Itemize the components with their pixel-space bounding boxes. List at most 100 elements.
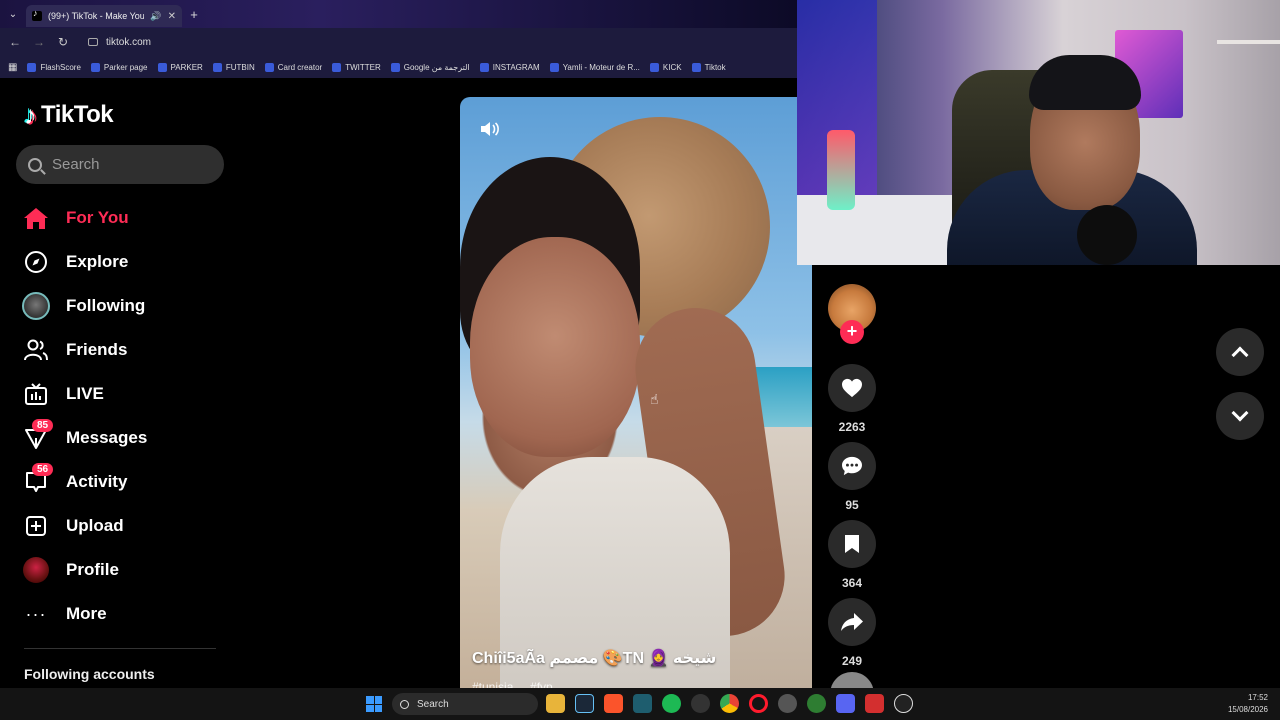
- sidebar-item-profile[interactable]: Profile: [22, 548, 222, 592]
- sidebar-item-more[interactable]: ··· More: [22, 592, 222, 636]
- video-hashtags[interactable]: #tunisia ... #fyp: [472, 680, 553, 688]
- mouse-cursor-icon: ☝: [650, 391, 659, 407]
- tiktok-note-icon: ♪: [24, 100, 37, 130]
- like-action[interactable]: 2263: [828, 364, 876, 434]
- bookmark-item[interactable]: Google الترجمة من: [390, 62, 470, 72]
- bookmark-label: FlashScore: [40, 62, 81, 72]
- sidebar-item-for-you[interactable]: For You: [22, 196, 222, 240]
- settings-icon[interactable]: [778, 694, 797, 713]
- bookmark-favicon-icon: [264, 62, 274, 72]
- video-face: [470, 237, 640, 457]
- video-caption[interactable]: Chiîi5aÃa مصمم 🎨TN 🧕 شيخه: [472, 648, 716, 668]
- speaker-icon[interactable]: 🔊: [150, 11, 161, 22]
- sidebar-item-live[interactable]: LIVE: [22, 372, 222, 416]
- bookmark-item[interactable]: TWITTER: [332, 62, 381, 72]
- clock-time: 17:52: [1247, 693, 1268, 702]
- chevron-up-icon: [1231, 346, 1249, 364]
- app-red-icon[interactable]: [865, 694, 884, 713]
- save-count: 364: [841, 576, 863, 590]
- bookmark-favicon-icon: [27, 62, 37, 72]
- creator-avatar[interactable]: +: [828, 284, 876, 344]
- forward-icon[interactable]: →: [32, 35, 46, 49]
- sidebar-item-upload[interactable]: Upload: [22, 504, 222, 548]
- file-explorer-icon[interactable]: [546, 694, 565, 713]
- share-action[interactable]: 249: [828, 598, 876, 668]
- reload-icon[interactable]: ↻: [56, 35, 70, 49]
- profile-avatar: [22, 556, 50, 584]
- sidebar-item-explore[interactable]: Explore: [22, 240, 222, 284]
- bookmark-item[interactable]: KICK: [649, 62, 682, 72]
- sidebar-item-label: For You: [66, 208, 129, 227]
- browser-tab-tiktok[interactable]: (99+) TikTok - Make Your D... 🔊 ✕: [26, 5, 182, 27]
- more-icon: ···: [25, 603, 47, 624]
- app-icon[interactable]: [807, 694, 826, 713]
- bookmark-item[interactable]: Card creator: [264, 62, 323, 72]
- next-video-button[interactable]: [1216, 392, 1264, 440]
- bookmark-favicon-icon: [212, 62, 222, 72]
- tiktok-logo[interactable]: ♪ TikTok: [24, 100, 114, 130]
- search-input[interactable]: [52, 156, 202, 173]
- bookmark-favicon-icon: [332, 62, 342, 72]
- taskbar-apps: [546, 694, 913, 713]
- clock-date: 15/08/2026: [1227, 705, 1268, 714]
- app-dark-icon[interactable]: [894, 694, 913, 713]
- chrome-icon[interactable]: [720, 694, 739, 713]
- sidebar-divider: [24, 648, 216, 649]
- sidebar-item-messages[interactable]: 85 Messages: [22, 416, 222, 460]
- upload-icon: [22, 512, 50, 540]
- bookmarks-bar: ▦ FlashScore Parker page PARKER FUTBIN Card …: [0, 56, 800, 78]
- bookmark-item[interactable]: FlashScore: [27, 62, 81, 72]
- bookmark-item[interactable]: PARKER: [157, 62, 203, 72]
- tab-search-chevron-icon[interactable]: ⌄: [0, 0, 26, 28]
- discord-icon[interactable]: [836, 694, 855, 713]
- windows-start-icon[interactable]: [366, 696, 382, 712]
- bookmark-favicon-icon: [90, 62, 100, 72]
- taskbar-search[interactable]: Search: [392, 693, 538, 715]
- site-info-icon[interactable]: [88, 38, 98, 46]
- activity-badge: 56: [32, 463, 54, 476]
- comment-action[interactable]: 95: [828, 442, 876, 512]
- bookmark-item[interactable]: FUTBIN: [212, 62, 255, 72]
- heart-icon[interactable]: [828, 364, 876, 412]
- webcam-rgb-light: [827, 130, 855, 210]
- brave-icon[interactable]: [604, 694, 623, 713]
- following-accounts-heading: Following accounts: [24, 666, 155, 682]
- volume-icon[interactable]: [480, 121, 500, 137]
- save-action[interactable]: 364: [828, 520, 876, 590]
- compass-icon: [22, 248, 50, 276]
- speedometer-icon[interactable]: [691, 694, 710, 713]
- back-icon[interactable]: ←: [8, 35, 22, 49]
- bookmark-label: PARKER: [170, 62, 203, 72]
- taskbar-search-label: Search: [417, 698, 449, 710]
- sidebar-item-label: Friends: [66, 340, 128, 359]
- sidebar-item-following[interactable]: Following: [22, 284, 222, 328]
- bookmark-label: FUTBIN: [225, 62, 255, 72]
- share-icon[interactable]: [828, 598, 876, 646]
- sidebar-item-label: LIVE: [66, 384, 104, 403]
- tiktok-favicon-icon: [32, 8, 42, 21]
- bookmark-item[interactable]: Yamli - Moteur de R...: [549, 62, 640, 72]
- media-player-icon[interactable]: [633, 694, 652, 713]
- comment-icon[interactable]: [828, 442, 876, 490]
- steam-icon[interactable]: [575, 694, 594, 713]
- sidebar-item-activity[interactable]: 56 Activity: [22, 460, 222, 504]
- follow-plus-button[interactable]: +: [840, 320, 864, 344]
- apps-grid-icon[interactable]: ▦: [8, 62, 17, 73]
- bookmark-item[interactable]: Parker page: [90, 62, 148, 72]
- previous-video-button[interactable]: [1216, 328, 1264, 376]
- system-clock[interactable]: 17:52 15/08/2026: [1228, 692, 1268, 716]
- sidebar-item-friends[interactable]: Friends: [22, 328, 222, 372]
- video-player[interactable]: ☝ Chiîi5aÃa مصمم 🎨TN 🧕 شيخه #tunisia ...…: [460, 97, 812, 688]
- search-box[interactable]: [16, 145, 224, 184]
- address-bar[interactable]: tiktok.com: [88, 37, 151, 48]
- new-tab-button[interactable]: +: [182, 7, 206, 22]
- bookmark-icon[interactable]: [828, 520, 876, 568]
- close-tab-icon[interactable]: ✕: [168, 11, 176, 22]
- messages-icon: 85: [22, 419, 54, 452]
- bookmark-label: Card creator: [277, 62, 323, 72]
- spotify-icon[interactable]: [662, 694, 681, 713]
- bookmark-item[interactable]: INSTAGRAM: [479, 62, 540, 72]
- bookmark-item[interactable]: Tiktok: [691, 62, 726, 72]
- bookmark-favicon-icon: [649, 62, 659, 72]
- opera-icon[interactable]: [749, 694, 768, 713]
